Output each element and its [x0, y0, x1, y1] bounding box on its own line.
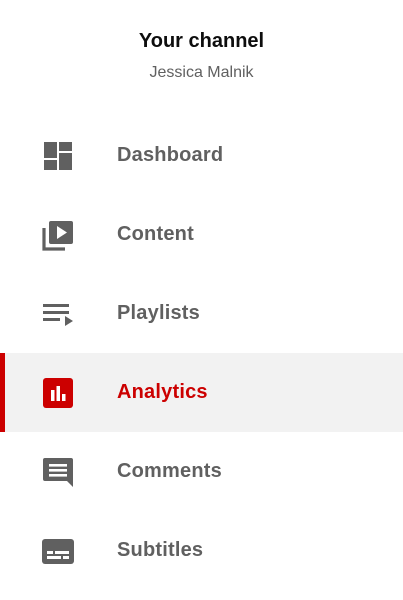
comment-icon [41, 455, 75, 489]
subtitles-icon [41, 534, 75, 568]
nav-item-comments[interactable]: Comments [0, 432, 403, 511]
nav-label-content: Content [117, 223, 194, 245]
nav-item-subtitles[interactable]: Subtitles [0, 511, 403, 590]
dashboard-icon [41, 139, 75, 173]
nav-label-comments: Comments [117, 460, 222, 482]
nav-label-playlists: Playlists [117, 302, 200, 324]
analytics-icon [41, 376, 75, 410]
nav-label-dashboard: Dashboard [117, 144, 224, 166]
playlist-icon [41, 297, 75, 331]
nav-label-subtitles: Subtitles [117, 539, 204, 561]
channel-nav: Dashboard Content Playlists Analytics Co… [0, 116, 403, 590]
video-library-icon [41, 218, 75, 252]
nav-item-analytics[interactable]: Analytics [0, 353, 403, 432]
channel-name[interactable]: Jessica Malnik [0, 63, 403, 83]
nav-label-analytics: Analytics [117, 381, 208, 403]
channel-title: Your channel [138, 30, 265, 52]
nav-item-content[interactable]: Content [0, 195, 403, 274]
channel-header: Your channel Jessica Malnik [0, 28, 403, 83]
nav-item-playlists[interactable]: Playlists [0, 274, 403, 353]
nav-item-dashboard[interactable]: Dashboard [0, 116, 403, 195]
channel-sidebar: Your channel Jessica Malnik Dashboard Co… [0, 0, 403, 600]
